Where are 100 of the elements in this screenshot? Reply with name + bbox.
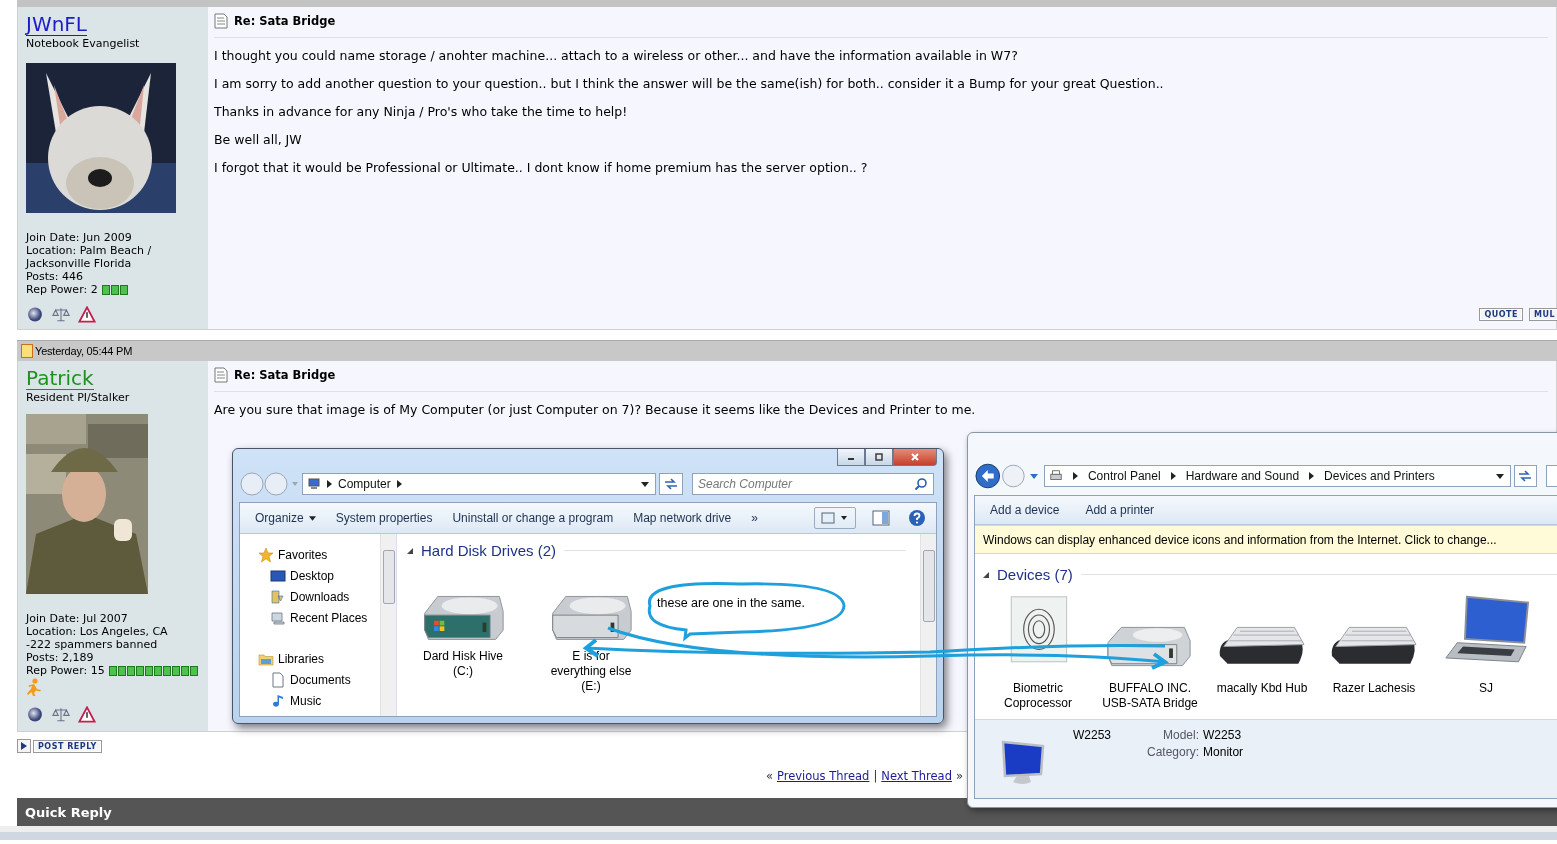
document-icon xyxy=(214,13,228,29)
maximize-button[interactable] xyxy=(865,449,893,466)
refresh-button[interactable] xyxy=(659,473,683,495)
post-text: Are you sure that image is of My Computer (or just Computer on 7)? Because it seems like the Devices and Printer to me. xyxy=(214,401,977,419)
next-thread-link[interactable]: Next Thread xyxy=(881,769,952,783)
field-label: Model: xyxy=(1162,728,1200,742)
dropdown-icon[interactable] xyxy=(641,481,649,487)
collapse-icon[interactable] xyxy=(983,571,989,578)
refresh-icon xyxy=(663,477,679,491)
download-folder-icon xyxy=(270,588,286,605)
close-button[interactable] xyxy=(893,449,937,466)
group-heading: Devices (7) xyxy=(997,566,1073,583)
device-label: Biometric Coprocessor xyxy=(1004,681,1072,711)
status-dot-icon xyxy=(26,306,44,323)
post-text: I forgot that it would be Professional or Ultimate.. I dont know if home premium has the server option.. ? xyxy=(214,159,869,177)
more-commands-button[interactable]: » xyxy=(742,511,767,525)
post-reply-button[interactable]: POST REPLY xyxy=(33,739,102,753)
toolbar-button[interactable]: Add a printer xyxy=(1076,503,1164,517)
recent-places-icon xyxy=(270,609,286,626)
scrollbar[interactable] xyxy=(920,534,936,716)
nav-item[interactable]: Downloads xyxy=(258,586,380,607)
breadcrumb-item[interactable]: Devices and Printers xyxy=(1324,469,1435,483)
annotation-text: these are one in the same. xyxy=(657,596,805,610)
previous-thread-link[interactable]: Previous Thread xyxy=(776,769,870,783)
star-icon xyxy=(258,546,274,563)
username-link[interactable]: JWnFL xyxy=(26,13,87,36)
device-label: Razer Lachesis xyxy=(1332,681,1416,696)
refresh-button[interactable] xyxy=(1513,465,1538,487)
status-dot-icon xyxy=(26,706,44,723)
document-icon xyxy=(270,671,286,688)
expand-button[interactable] xyxy=(17,739,31,753)
nav-item[interactable]: Documents xyxy=(258,669,380,690)
nav-item[interactable]: Desktop xyxy=(258,565,380,586)
dropdown-icon[interactable] xyxy=(1495,473,1504,479)
post-text: Be well all, JW xyxy=(214,131,303,149)
chevron-icon xyxy=(396,480,402,488)
search-icon[interactable] xyxy=(914,477,928,491)
breadcrumb-item[interactable]: Control Panel xyxy=(1087,469,1161,483)
field-value: W2253 xyxy=(1203,728,1242,742)
previous-mark: « xyxy=(765,769,773,783)
field-value: Monitor xyxy=(1203,745,1244,759)
post-action-button[interactable]: QUOTE xyxy=(1479,308,1523,321)
document-icon xyxy=(214,367,228,383)
scales-icon[interactable] xyxy=(52,706,70,723)
back-forward-buttons[interactable] xyxy=(974,462,1041,490)
post-text: Thanks in advance for any Ninja / Pro's who take the time to help! xyxy=(214,103,629,121)
nav-item[interactable]: Recent Places xyxy=(258,607,380,628)
nav-group[interactable]: Favorites xyxy=(258,544,380,565)
minimize-button[interactable] xyxy=(837,449,865,466)
nav-group[interactable]: Libraries xyxy=(258,648,380,669)
desktop-icon xyxy=(270,567,286,584)
user-title: Resident PI/Stalker xyxy=(26,391,130,404)
device-label: macally Kbd Hub xyxy=(1216,681,1308,696)
quick-reply-title: Quick Reply xyxy=(25,804,112,820)
chevron-icon xyxy=(1072,472,1078,480)
post-date: Yesterday, 05:44 PM xyxy=(35,345,133,357)
toolbar-button[interactable]: Map network drive xyxy=(624,511,741,525)
scales-icon[interactable] xyxy=(52,306,70,323)
user-detail: Join Date: Jun 2009 xyxy=(26,231,132,244)
toolbar-button[interactable]: Organize xyxy=(246,511,325,525)
music-note-icon xyxy=(270,692,286,709)
breadcrumb-item[interactable]: Computer xyxy=(338,477,391,491)
scrollbar[interactable] xyxy=(380,534,396,716)
user-detail: Join Date: Jul 2007 xyxy=(26,612,128,625)
chevron-icon xyxy=(1170,472,1176,480)
post-subject: Re: Sata Bridge xyxy=(234,14,336,28)
toolbar-button[interactable]: Add a device xyxy=(981,503,1069,517)
printer-icon xyxy=(1048,469,1063,483)
warning-icon[interactable] xyxy=(78,706,96,723)
post-icon xyxy=(21,344,33,358)
post-subject: Re: Sata Bridge xyxy=(234,368,336,382)
toolbar-button[interactable]: Uninstall or change a program xyxy=(443,511,623,525)
warning-icon[interactable] xyxy=(78,306,96,323)
drive-label: Dard Hisk Hive (C:) xyxy=(423,649,503,679)
chevron-icon xyxy=(327,480,332,488)
info-message: Windows can display enhanced device icons and information from the Internet. Click to change... xyxy=(983,532,1497,547)
help-icon[interactable] xyxy=(908,509,926,527)
nav-item[interactable]: Music xyxy=(258,690,380,711)
collapse-icon[interactable] xyxy=(407,547,413,554)
field-label: Category: xyxy=(1146,745,1200,759)
post-action-button[interactable]: MUL xyxy=(1528,308,1557,321)
breadcrumb-item[interactable]: Hardware and Sound xyxy=(1185,469,1300,483)
search-field[interactable]: Search Computer xyxy=(692,473,934,495)
device-label: SJ xyxy=(1479,681,1493,696)
play-arrow-icon xyxy=(21,742,27,750)
post-text: I am sorry to add another question to your question.. but I think the answer will be the same(ish) for both.. consider it a Bump for your great Question.. xyxy=(214,75,1165,93)
user-detail: Location: Los Angeles, CA xyxy=(26,625,168,638)
post-text: I thought you could name storage / anohter machine... attach to a wireless or other... and have the information available in W7? xyxy=(214,47,1019,65)
toolbar-button[interactable]: System properties xyxy=(326,511,442,525)
link-separator: | xyxy=(873,769,878,783)
next-mark: » xyxy=(955,769,963,783)
rep-power: Rep Power: 15 xyxy=(26,664,105,677)
chevron-icon xyxy=(1309,472,1315,480)
address-bar[interactable]: Computer xyxy=(302,473,656,495)
user-title: Notebook Evangelist xyxy=(26,37,140,50)
user-detail: -222 spammers banned xyxy=(26,638,158,651)
info-bar[interactable]: Windows can display enhanced device icons and information from the Internet. Click to change... xyxy=(975,525,1557,554)
device-label: BUFFALO INC. USB-SATA Bridge xyxy=(1102,681,1198,711)
user-detail: Location: Palm Beach / Jacksonville Florida xyxy=(26,244,153,270)
address-bar[interactable]: Control Panel Hardware and Sound Devices and Printers xyxy=(1043,465,1511,487)
